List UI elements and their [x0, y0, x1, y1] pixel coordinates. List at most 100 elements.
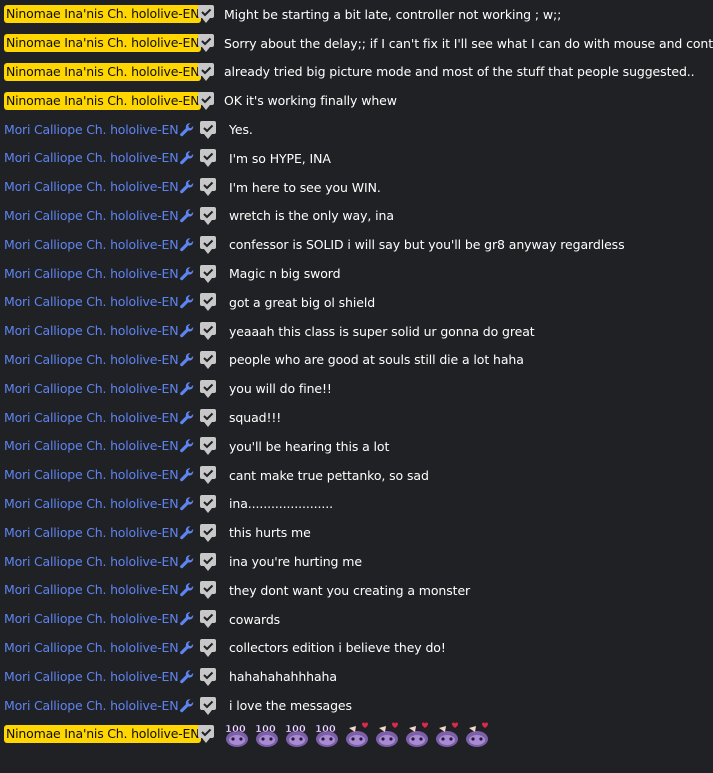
ina-100-emote: 100	[252, 720, 282, 748]
verified-check-icon	[195, 61, 217, 83]
moderator-wrench-icon	[179, 410, 195, 426]
verified-check-icon	[197, 378, 219, 400]
moderator-wrench-icon	[179, 323, 195, 339]
message-text: Yes.	[229, 122, 253, 138]
message-text: cant make true pettanko, so sad	[229, 467, 429, 483]
verified-check-icon	[195, 723, 217, 745]
chat-message-row: Mori Calliope Ch. hololive-EN ina........…	[0, 490, 713, 519]
chat-message-row: Ninomae Ina'nis Ch. hololive-EN Might be …	[0, 0, 713, 29]
author-name[interactable]: Mori Calliope Ch. hololive-EN	[0, 207, 181, 225]
chat-message-row: Mori Calliope Ch. hololive-EN ina you're …	[0, 547, 713, 576]
ina-100-emote: 100	[282, 720, 312, 748]
author-name[interactable]: Mori Calliope Ch. hololive-EN	[0, 524, 181, 542]
chat-message-row: Mori Calliope Ch. hololive-EN I'm so HYPE…	[0, 144, 713, 173]
moderator-wrench-icon	[179, 640, 195, 656]
message-text: squad!!!	[229, 410, 282, 426]
moderator-wrench-icon	[179, 582, 195, 598]
verified-check-icon	[197, 522, 219, 544]
message-text: Magic n big sword	[229, 266, 341, 282]
moderator-wrench-icon	[179, 237, 195, 253]
author-name[interactable]: Mori Calliope Ch. hololive-EN	[0, 236, 181, 254]
verified-check-icon	[197, 579, 219, 601]
author-name[interactable]: Mori Calliope Ch. hololive-EN	[0, 409, 181, 427]
chat-message-row: Mori Calliope Ch. hololive-EN you will do…	[0, 374, 713, 403]
author-name[interactable]: Mori Calliope Ch. hololive-EN	[0, 437, 181, 455]
verified-check-icon	[197, 464, 219, 486]
chat-message-row: Mori Calliope Ch. hololive-EN I'm here to…	[0, 173, 713, 202]
verified-check-icon	[197, 407, 219, 429]
verified-check-icon	[197, 234, 219, 256]
verified-check-icon	[195, 32, 217, 54]
ina-heart-emote	[462, 720, 492, 748]
message-text: collectors edition i believe they do!	[229, 640, 446, 656]
emote-group: 100 100 100 100	[222, 720, 492, 748]
chat-message-row: Mori Calliope Ch. hololive-EN collectors …	[0, 634, 713, 663]
moderator-wrench-icon	[179, 611, 195, 627]
moderator-wrench-icon	[179, 554, 195, 570]
message-text: people who are good at souls still die a…	[229, 352, 524, 368]
message-text: you will do fine!!	[229, 381, 332, 397]
author-name[interactable]: Mori Calliope Ch. hololive-EN	[0, 121, 181, 139]
message-text: I'm so HYPE, INA	[229, 150, 331, 166]
verified-check-icon	[195, 3, 217, 25]
chat-message-row: Mori Calliope Ch. hololive-EN i love the …	[0, 691, 713, 720]
moderator-wrench-icon	[179, 294, 195, 310]
ina-100-emote: 100	[312, 720, 342, 748]
verified-check-icon	[197, 291, 219, 313]
chat-message-row: Mori Calliope Ch. hololive-EN they dont w…	[0, 576, 713, 605]
author-name[interactable]: Mori Calliope Ch. hololive-EN	[0, 149, 181, 167]
author-name[interactable]: Mori Calliope Ch. hololive-EN	[0, 380, 181, 398]
verified-check-icon	[197, 349, 219, 371]
author-name[interactable]: Mori Calliope Ch. hololive-EN	[0, 466, 181, 484]
verified-check-icon	[197, 205, 219, 227]
author-name[interactable]: Ninomae Ina'nis Ch. hololive-EN	[4, 91, 202, 110]
verified-check-icon	[197, 263, 219, 285]
author-name[interactable]: Mori Calliope Ch. hololive-EN	[0, 351, 181, 369]
verified-check-icon	[197, 320, 219, 342]
message-text: got a great big ol shield	[229, 294, 376, 310]
moderator-wrench-icon	[179, 438, 195, 454]
author-name[interactable]: Ninomae Ina'nis Ch. hololive-EN	[4, 5, 202, 24]
verified-check-icon	[197, 147, 219, 169]
moderator-wrench-icon	[179, 496, 195, 512]
author-name[interactable]: Mori Calliope Ch. hololive-EN	[0, 293, 181, 311]
moderator-wrench-icon	[179, 266, 195, 282]
ina-heart-emote	[402, 720, 432, 748]
author-name[interactable]: Mori Calliope Ch. hololive-EN	[0, 322, 181, 340]
svg-text:100: 100	[225, 724, 246, 735]
author-name[interactable]: Mori Calliope Ch. hololive-EN	[0, 639, 181, 657]
author-name[interactable]: Mori Calliope Ch. hololive-EN	[0, 697, 181, 715]
chat-message-row: Mori Calliope Ch. hololive-EN got a great…	[0, 288, 713, 317]
message-text: ina you're hurting me	[229, 554, 362, 570]
moderator-wrench-icon	[179, 669, 195, 685]
verified-check-icon	[197, 551, 219, 573]
moderator-wrench-icon	[179, 208, 195, 224]
verified-check-icon	[197, 666, 219, 688]
ina-heart-emote	[372, 720, 402, 748]
author-name[interactable]: Mori Calliope Ch. hololive-EN	[0, 495, 181, 513]
author-name[interactable]: Mori Calliope Ch. hololive-EN	[0, 581, 181, 599]
svg-text:100: 100	[285, 724, 306, 735]
verified-check-icon	[195, 90, 217, 112]
ina-100-emote: 100	[222, 720, 252, 748]
author-name[interactable]: Ninomae Ina'nis Ch. hololive-EN	[4, 725, 202, 744]
author-name[interactable]: Mori Calliope Ch. hololive-EN	[0, 553, 181, 571]
author-name[interactable]: Mori Calliope Ch. hololive-EN	[0, 668, 181, 686]
author-name[interactable]: Mori Calliope Ch. hololive-EN	[0, 610, 181, 628]
ina-heart-emote	[342, 720, 372, 748]
message-text: confessor is SOLID i will say but you'll…	[229, 237, 625, 253]
author-name[interactable]: Ninomae Ina'nis Ch. hololive-EN	[4, 62, 202, 81]
moderator-wrench-icon	[179, 381, 195, 397]
message-text: cowards	[229, 611, 281, 627]
message-text: i love the messages	[229, 698, 352, 714]
author-name[interactable]: Mori Calliope Ch. hololive-EN	[0, 265, 181, 283]
moderator-wrench-icon	[179, 467, 195, 483]
author-name[interactable]: Mori Calliope Ch. hololive-EN	[0, 178, 181, 196]
chat-log: Ninomae Ina'nis Ch. hololive-EN Might be …	[0, 0, 713, 773]
verified-check-icon	[197, 119, 219, 141]
verified-check-icon	[197, 493, 219, 515]
chat-message-row: Ninomae Ina'nis Ch. hololive-EN OK it's w…	[0, 86, 713, 115]
verified-check-icon	[197, 637, 219, 659]
chat-message-row: Mori Calliope Ch. hololive-EN confessor i…	[0, 230, 713, 259]
author-name[interactable]: Ninomae Ina'nis Ch. hololive-EN	[4, 34, 202, 53]
